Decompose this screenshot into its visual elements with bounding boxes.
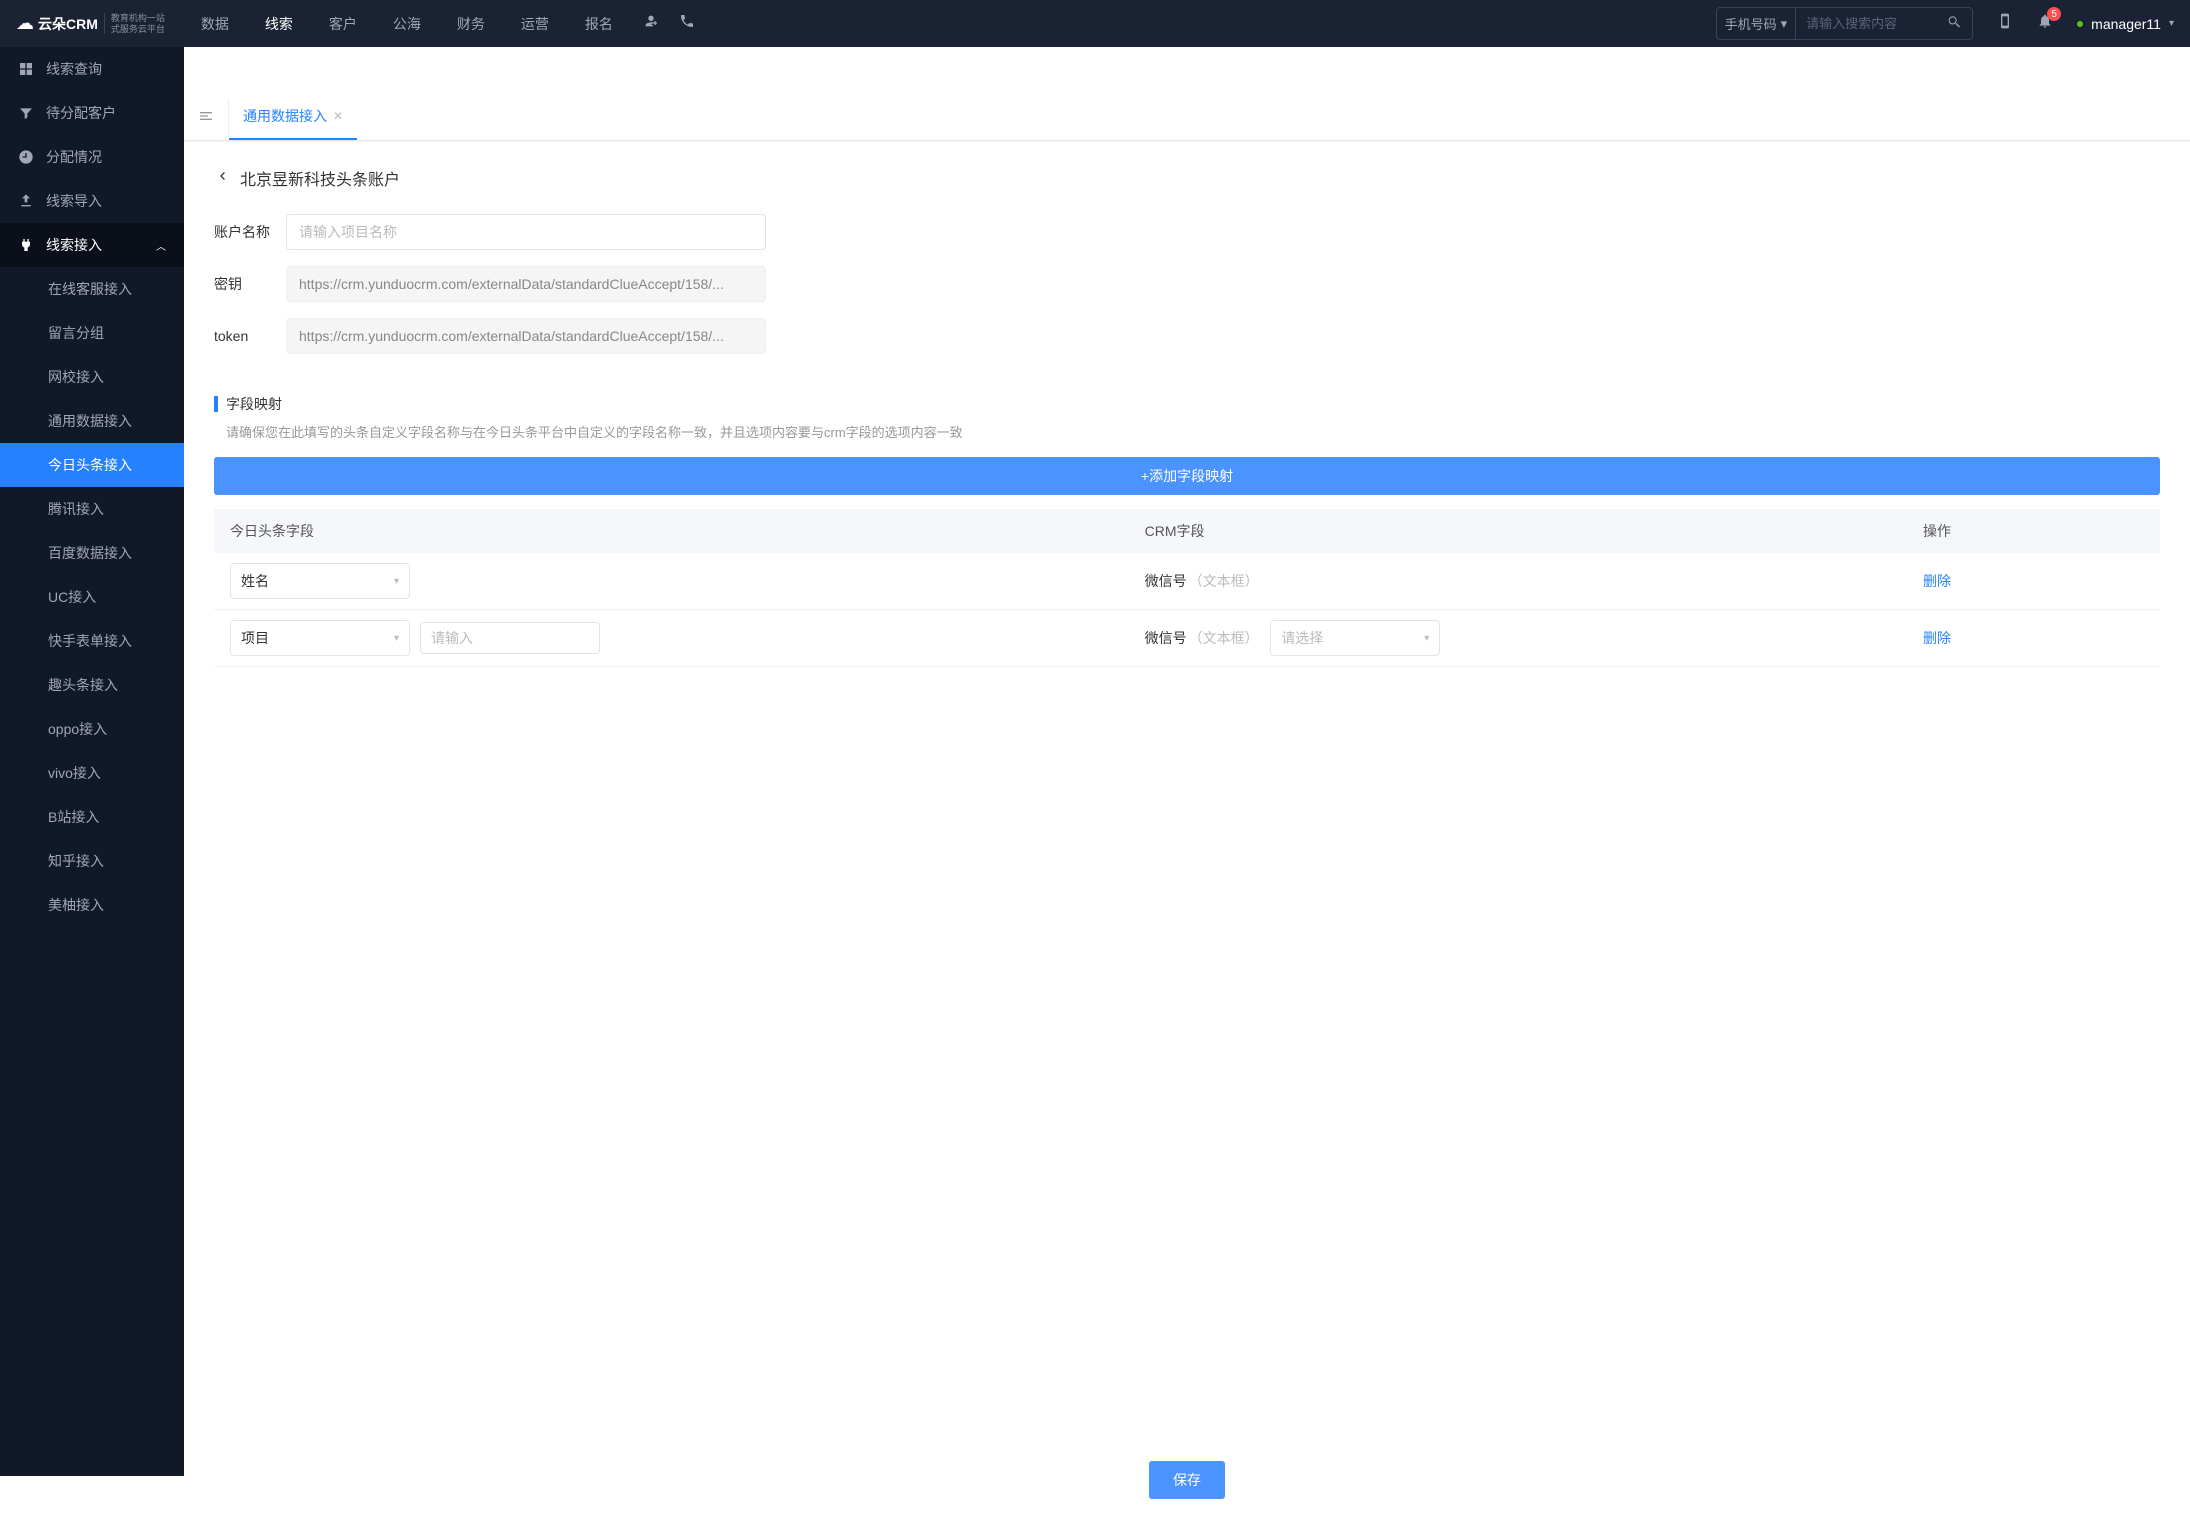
search-button[interactable] bbox=[1936, 8, 1972, 39]
toutiao-field-extra-input[interactable] bbox=[420, 622, 600, 654]
chevron-left-icon bbox=[214, 168, 230, 184]
top-header: ☁ 云朵CRM 教育机构一站式服务云平台 数据线索客户公海财务运营报名 手机号码… bbox=[0, 0, 2190, 47]
crm-field-select[interactable]: 请选择▾ bbox=[1270, 620, 1440, 656]
sidebar-sub-item[interactable]: UC接入 bbox=[0, 575, 184, 619]
col-action: 操作 bbox=[1907, 509, 2160, 553]
search-input[interactable] bbox=[1796, 10, 1936, 37]
sidebar-sub-item[interactable]: 今日头条接入 bbox=[0, 443, 184, 487]
sidebar-sub-item[interactable]: 通用数据接入 bbox=[0, 399, 184, 443]
upload-icon bbox=[18, 193, 34, 209]
sidebar-item[interactable]: 线索导入 bbox=[0, 179, 184, 223]
search-icon bbox=[1946, 14, 1962, 30]
sidebar-item[interactable]: 线索接入︿ bbox=[0, 223, 184, 267]
page-title: 北京昱新科技头条账户 bbox=[240, 166, 400, 190]
col-toutiao-field: 今日头条字段 bbox=[214, 509, 1129, 553]
menu-collapse-icon bbox=[198, 108, 214, 124]
crm-field-label: 微信号 bbox=[1145, 573, 1187, 589]
save-button[interactable]: 保存 bbox=[1149, 1461, 1225, 1499]
user-add-icon[interactable] bbox=[643, 13, 659, 34]
sidebar-sub-item[interactable]: 知乎接入 bbox=[0, 839, 184, 883]
chevron-down-icon: ▾ bbox=[2169, 18, 2174, 29]
chevron-down-icon: ▾ bbox=[1424, 633, 1429, 644]
sidebar-sub-item[interactable]: B站接入 bbox=[0, 795, 184, 839]
account-name-label: 账户名称 bbox=[214, 222, 286, 242]
col-crm-field: CRM字段 bbox=[1129, 509, 1907, 553]
search-group: 手机号码 ▾ bbox=[1716, 7, 1974, 40]
sidebar: 线索查询待分配客户分配情况线索导入线索接入︿在线客服接入留言分组网校接入通用数据… bbox=[0, 47, 184, 1476]
main-content: 通用数据接入✕ 北京昱新科技头条账户 账户名称 密钥 token 字段映射 请确… bbox=[184, 94, 2190, 1523]
crm-field-hint: （文本框） bbox=[1189, 573, 1259, 589]
logo-text: 云朵CRM bbox=[38, 14, 98, 34]
clock-icon bbox=[18, 149, 34, 165]
user-menu[interactable]: manager11 ▾ bbox=[2077, 16, 2174, 32]
chevron-down-icon: ▾ bbox=[394, 576, 399, 587]
delete-link[interactable]: 删除 bbox=[1923, 573, 1951, 589]
nav-item[interactable]: 公海 bbox=[387, 2, 427, 46]
secret-label: 密钥 bbox=[214, 274, 286, 294]
sidebar-sub-item[interactable]: 快手表单接入 bbox=[0, 619, 184, 663]
mobile-icon[interactable] bbox=[1997, 13, 2013, 34]
chevron-down-icon: ▾ bbox=[1781, 16, 1788, 32]
add-mapping-button[interactable]: +添加字段映射 bbox=[214, 457, 2160, 495]
sidebar-sub-item[interactable]: 趣头条接入 bbox=[0, 663, 184, 707]
account-name-input[interactable] bbox=[286, 214, 766, 250]
cloud-icon: ☁ bbox=[16, 13, 34, 34]
close-icon[interactable]: ✕ bbox=[333, 109, 343, 123]
chevron-down-icon: ▾ bbox=[394, 633, 399, 644]
nav-item[interactable]: 运营 bbox=[515, 2, 555, 46]
nav-item[interactable]: 数据 bbox=[195, 2, 235, 46]
phone-icon[interactable] bbox=[679, 13, 695, 34]
notification-badge: 5 bbox=[2047, 7, 2061, 21]
logo-subtitle: 教育机构一站式服务云平台 bbox=[104, 13, 165, 35]
chevron-up-icon: ︿ bbox=[156, 238, 166, 253]
sidebar-sub-item[interactable]: 留言分组 bbox=[0, 311, 184, 355]
token-label: token bbox=[214, 328, 286, 344]
sidebar-sub-item[interactable]: 美柚接入 bbox=[0, 883, 184, 927]
filter-icon bbox=[18, 105, 34, 121]
token-input[interactable] bbox=[286, 318, 766, 354]
main-nav: 数据线索客户公海财务运营报名 bbox=[195, 2, 619, 46]
mapping-section-desc: 请确保您在此填写的头条自定义字段名称与在今日头条平台中自定义的字段名称一致，并且… bbox=[214, 422, 2160, 441]
tab[interactable]: 通用数据接入✕ bbox=[229, 94, 357, 140]
search-type-select[interactable]: 手机号码 ▾ bbox=[1717, 8, 1797, 39]
sidebar-sub-item[interactable]: vivo接入 bbox=[0, 751, 184, 795]
plug-icon bbox=[18, 237, 34, 253]
user-name: manager11 bbox=[2091, 16, 2161, 32]
crm-field-hint: （文本框） bbox=[1189, 630, 1259, 646]
tabs-collapse-button[interactable] bbox=[184, 98, 229, 137]
crm-field-label: 微信号 bbox=[1145, 630, 1187, 646]
status-dot-icon bbox=[2077, 21, 2083, 27]
secret-input[interactable] bbox=[286, 266, 766, 302]
nav-item[interactable]: 财务 bbox=[451, 2, 491, 46]
section-bar-icon bbox=[214, 396, 218, 412]
nav-item[interactable]: 线索 bbox=[259, 2, 299, 46]
table-row: 项目▾ 微信号（文本框） 请选择▾ 删除 bbox=[214, 610, 2160, 667]
sidebar-sub-item[interactable]: 网校接入 bbox=[0, 355, 184, 399]
sidebar-item[interactable]: 分配情况 bbox=[0, 135, 184, 179]
grid-icon bbox=[18, 61, 34, 77]
sidebar-item[interactable]: 待分配客户 bbox=[0, 91, 184, 135]
mapping-section-title: 字段映射 bbox=[226, 394, 282, 414]
toutiao-field-select[interactable]: 姓名▾ bbox=[230, 563, 410, 599]
nav-item[interactable]: 客户 bbox=[323, 2, 363, 46]
table-row: 姓名▾ 微信号（文本框） 删除 bbox=[214, 553, 2160, 610]
mapping-table: 今日头条字段 CRM字段 操作 姓名▾微信号（文本框）删除项目▾微信号（文本框）… bbox=[214, 509, 2160, 667]
toutiao-field-select[interactable]: 项目▾ bbox=[230, 620, 410, 656]
nav-item[interactable]: 报名 bbox=[579, 2, 619, 46]
sidebar-sub-item[interactable]: 百度数据接入 bbox=[0, 531, 184, 575]
delete-link[interactable]: 删除 bbox=[1923, 630, 1951, 646]
logo[interactable]: ☁ 云朵CRM 教育机构一站式服务云平台 bbox=[16, 13, 165, 35]
notifications-button[interactable]: 5 bbox=[2037, 13, 2053, 34]
sidebar-sub-item[interactable]: 腾讯接入 bbox=[0, 487, 184, 531]
sidebar-sub-item[interactable]: oppo接入 bbox=[0, 707, 184, 751]
sidebar-sub-item[interactable]: 在线客服接入 bbox=[0, 267, 184, 311]
sidebar-item[interactable]: 线索查询 bbox=[0, 47, 184, 91]
tabs-bar: 通用数据接入✕ bbox=[184, 94, 2190, 141]
back-button[interactable] bbox=[214, 168, 230, 189]
